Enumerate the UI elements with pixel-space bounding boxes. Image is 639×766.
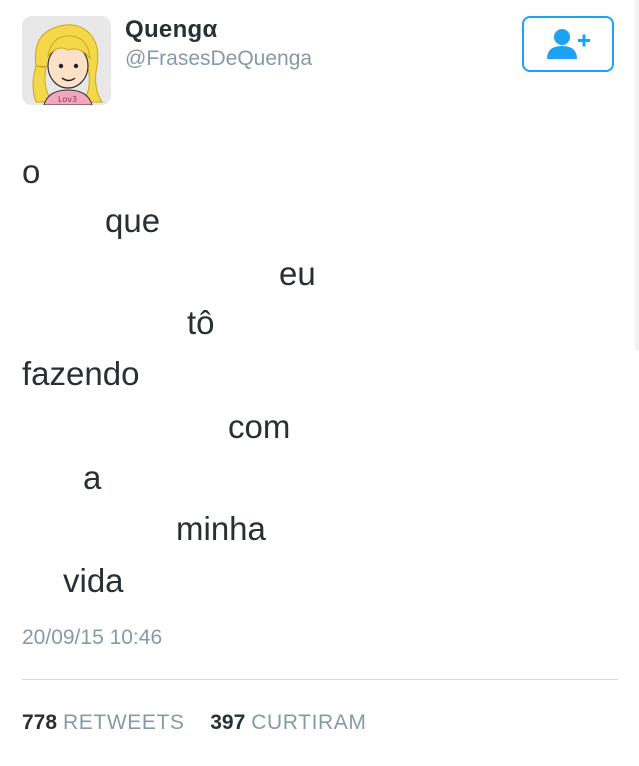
likes-stat[interactable]: 397 CURTIRAM — [210, 711, 366, 734]
user-handle[interactable]: @FrasesDeQuenga — [125, 47, 312, 71]
tweet-detail: Lov3 Quengα @FrasesDeQuenga o que eu tô … — [0, 0, 639, 766]
tweet-word: o — [22, 153, 41, 190]
likes-label: CURTIRAM — [251, 711, 367, 734]
likes-count: 397 — [210, 711, 246, 734]
display-name[interactable]: Quengα — [125, 16, 218, 44]
tweet-word: com — [228, 408, 291, 445]
add-user-icon — [547, 29, 590, 59]
tweet-word: fazendo — [22, 355, 140, 392]
avatar[interactable]: Lov3 — [22, 16, 111, 105]
tweet-word: tô — [187, 304, 215, 341]
retweets-stat[interactable]: 778 RETWEETS — [22, 711, 190, 734]
scrollbar[interactable] — [635, 0, 639, 350]
follow-button[interactable] — [522, 16, 614, 72]
avatar-illustration-icon: Lov3 — [22, 16, 111, 105]
tweet-word: que — [105, 202, 161, 239]
tweet-word: a — [83, 459, 102, 496]
retweets-label: RETWEETS — [63, 711, 185, 734]
tweet-timestamp[interactable]: 20/09/15 10:46 — [22, 626, 162, 650]
retweets-count: 778 — [22, 711, 58, 734]
tweet-word: minha — [176, 510, 266, 547]
tweet-stats: 778 RETWEETS 397 CURTIRAM — [22, 711, 367, 735]
avatar-shirt-text: Lov3 — [58, 95, 77, 104]
tweet-word: eu — [279, 255, 316, 292]
divider — [22, 679, 618, 680]
tweet-word: vida — [63, 562, 124, 599]
